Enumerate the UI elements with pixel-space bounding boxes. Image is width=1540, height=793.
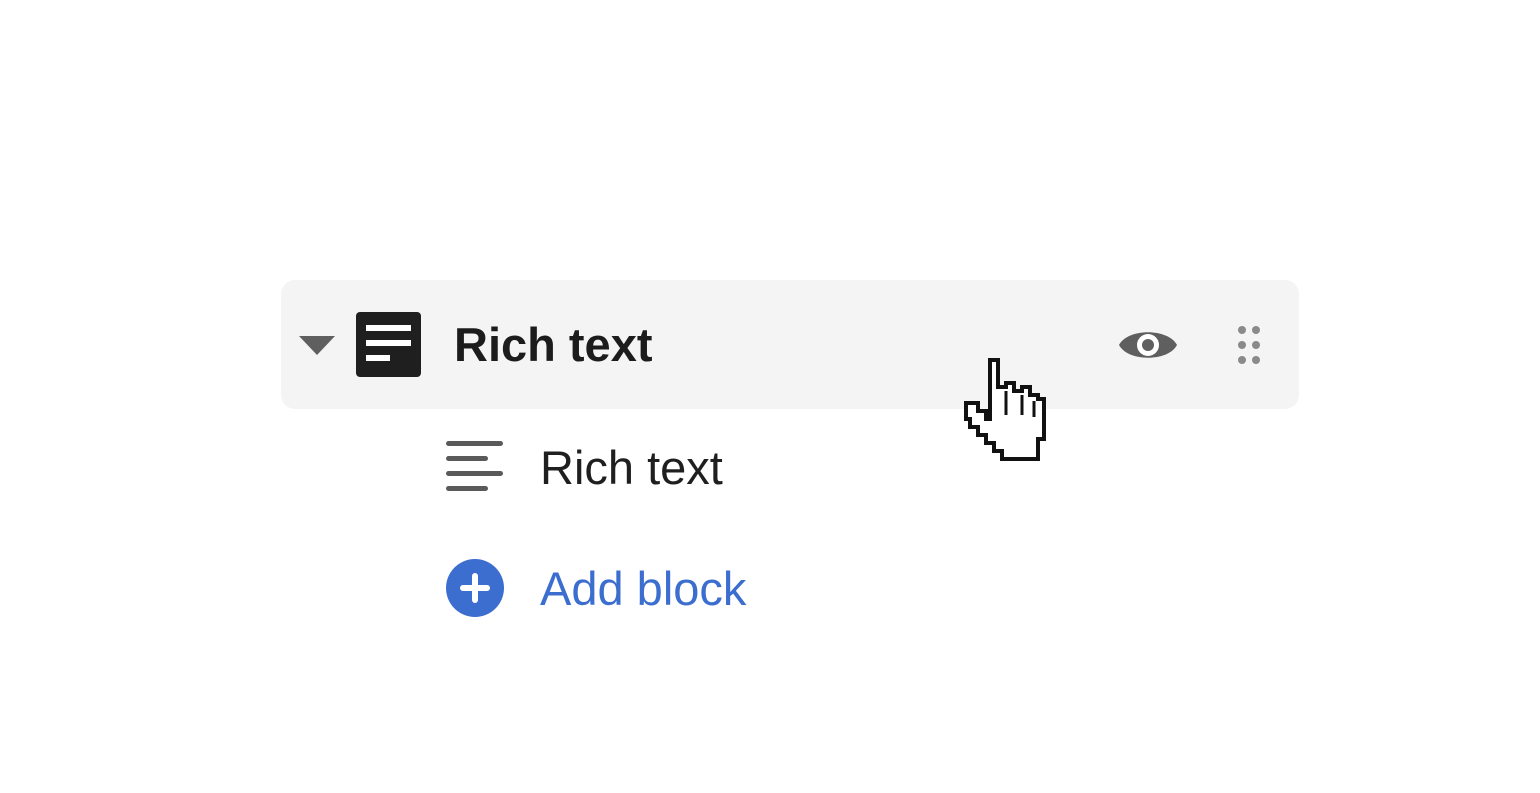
section-title[interactable]: Rich text: [454, 315, 653, 375]
caret-down-icon[interactable]: [299, 334, 335, 356]
plus-circle-icon[interactable]: [446, 559, 504, 617]
drag-handle-icon[interactable]: [1236, 324, 1262, 366]
eye-icon[interactable]: [1118, 322, 1178, 368]
rich-text-section-icon: [356, 312, 421, 377]
text-align-left-icon: [446, 441, 503, 491]
block-label[interactable]: Rich text: [540, 438, 723, 498]
add-block-label[interactable]: Add block: [540, 559, 746, 619]
